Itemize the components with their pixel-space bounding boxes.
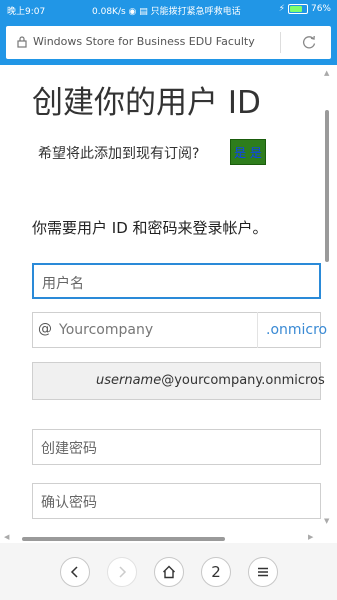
scroll-up-arrow-icon[interactable]: ▲ bbox=[324, 69, 329, 77]
yes-button[interactable]: 是 是 bbox=[230, 139, 266, 165]
reload-icon[interactable] bbox=[301, 34, 317, 50]
status-bar: 晚上9:07 0.08K/s ◉ ▤ 只能拨打紧急呼救电话 ⚡ 76% bbox=[0, 0, 337, 20]
charging-icon: ⚡ bbox=[278, 4, 285, 14]
subscription-question: 希望将此添加到现有订阅? bbox=[38, 146, 200, 162]
username-placeholder: 用户名 bbox=[42, 276, 84, 292]
password-placeholder: 创建密码 bbox=[41, 441, 97, 457]
tabs-button[interactable]: 2 bbox=[201, 557, 231, 587]
at-sign: @ bbox=[38, 321, 52, 337]
scroll-right-arrow-icon[interactable]: ▶ bbox=[308, 533, 313, 541]
login-prompt: 你需要用户 ID 和密码来登录帐户。 bbox=[32, 219, 268, 237]
web-content: 创建你的用户 ID 希望将此添加到现有订阅? 是 是 你需要用户 ID 和密码来… bbox=[0, 65, 337, 543]
address-bar[interactable]: Windows Store for Business EDU Faculty bbox=[6, 26, 331, 59]
horizontal-scrollbar[interactable] bbox=[22, 537, 225, 541]
net-speed: 0.08K/s bbox=[92, 7, 126, 17]
tab-count: 2 bbox=[211, 563, 221, 581]
battery-fill bbox=[289, 6, 302, 12]
lock-icon bbox=[17, 36, 27, 48]
status-time: 晚上9:07 bbox=[7, 7, 46, 17]
browser-bottom-bar: 2 bbox=[0, 543, 337, 600]
vertical-scrollbar[interactable] bbox=[325, 110, 329, 262]
confirm-password-placeholder: 确认密码 bbox=[41, 495, 97, 511]
wifi-icon: ◉ bbox=[128, 7, 137, 17]
home-button[interactable] bbox=[154, 557, 184, 587]
url-text[interactable]: Windows Store for Business EDU Faculty bbox=[33, 35, 255, 48]
company-placeholder: Yourcompany bbox=[59, 322, 154, 338]
page-title: 创建你的用户 ID bbox=[32, 85, 261, 121]
domain-suffix: .onmicro bbox=[266, 322, 328, 338]
password-input[interactable]: 创建密码 bbox=[32, 429, 321, 465]
forward-button[interactable] bbox=[107, 557, 137, 587]
home-icon bbox=[163, 565, 175, 579]
back-button[interactable] bbox=[60, 557, 90, 587]
back-arrow-icon bbox=[70, 566, 78, 578]
username-example-box: username@yourcompany.onmicros bbox=[32, 362, 325, 400]
forward-arrow-icon bbox=[119, 566, 127, 578]
username-example: username@yourcompany.onmicros bbox=[96, 373, 325, 388]
example-domain: @yourcompany.onmicros bbox=[161, 373, 325, 388]
domain-input[interactable]: @ Yourcompany .onmicro bbox=[32, 312, 327, 348]
scroll-down-arrow-icon[interactable]: ▼ bbox=[324, 517, 329, 525]
carrier-text: 只能拨打紧急呼救电话 bbox=[150, 7, 241, 17]
signal-icon: ▤ bbox=[139, 7, 148, 17]
confirm-password-input[interactable]: 确认密码 bbox=[32, 483, 321, 519]
address-divider bbox=[280, 32, 281, 53]
scroll-left-arrow-icon[interactable]: ◀ bbox=[4, 533, 9, 541]
username-input[interactable]: 用户名 bbox=[32, 263, 321, 299]
battery-status: ⚡ 76% bbox=[279, 4, 331, 14]
hamburger-menu-icon bbox=[258, 567, 268, 577]
example-user: username bbox=[96, 373, 162, 388]
browser-toolbar: Windows Store for Business EDU Faculty bbox=[0, 20, 337, 65]
battery-percent: 76% bbox=[310, 4, 331, 14]
battery-icon bbox=[287, 4, 308, 14]
domain-separator bbox=[257, 312, 258, 348]
status-net-speed: 0.08K/s ◉ ▤ 只能拨打紧急呼救电话 bbox=[92, 4, 241, 17]
menu-button[interactable] bbox=[248, 557, 278, 587]
